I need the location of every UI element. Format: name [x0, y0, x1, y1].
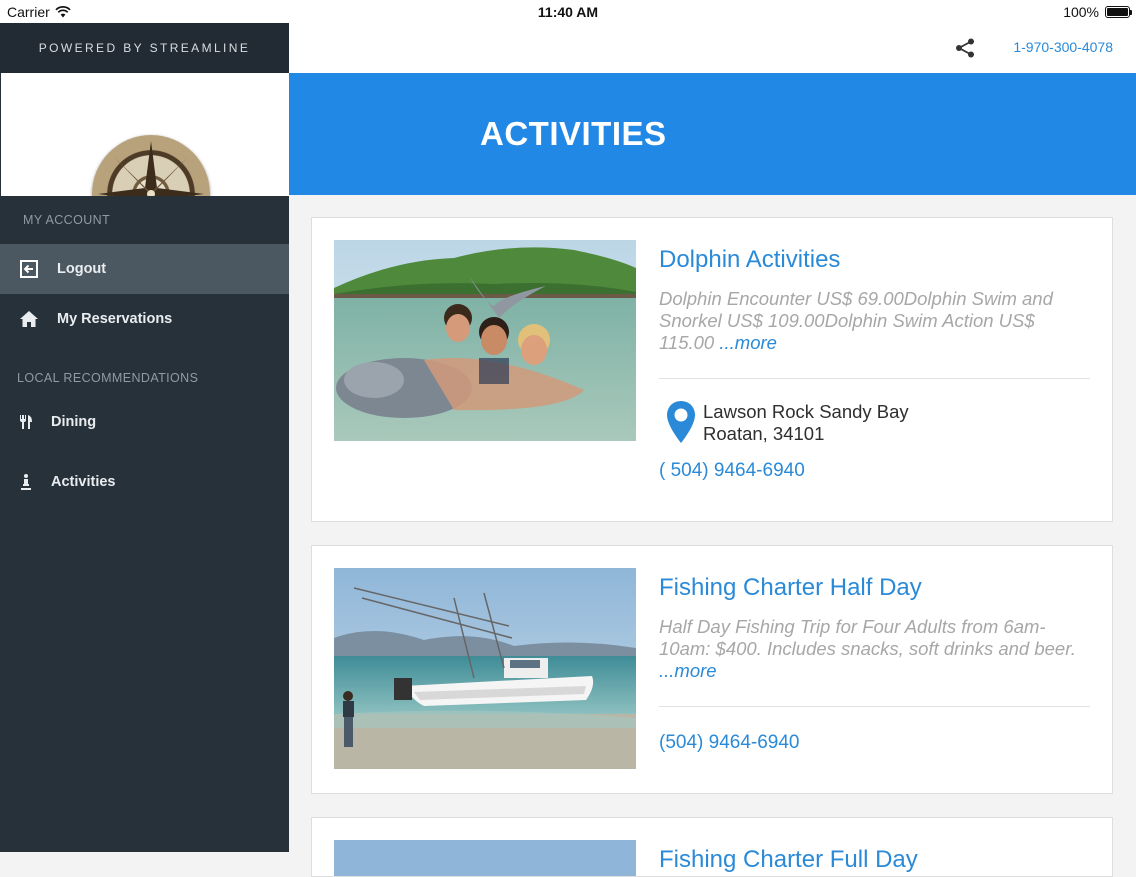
home-icon	[0, 310, 57, 328]
activity-description: Dolphin Encounter US$ 69.00Dolphin Swim …	[659, 288, 1079, 354]
compass-logo	[92, 135, 210, 196]
sidebar-item-my-reservations[interactable]: My Reservations	[0, 294, 289, 344]
status-bar: Carrier 11:40 AM 100%	[0, 0, 1136, 23]
sidebar-item-label: Activities	[51, 474, 116, 490]
sidebar: POWERED BY STREAMLINE MY ACCOUNT Logout …	[0, 23, 289, 852]
sidebar-item-label: My Reservations	[57, 311, 173, 327]
share-icon[interactable]	[954, 38, 976, 58]
activity-card: Fishing Charter Full Day	[311, 817, 1113, 877]
location-pin-icon	[667, 401, 695, 443]
activity-description: Half Day Fishing Trip for Four Adults fr…	[659, 616, 1079, 682]
activity-description-text: Half Day Fishing Trip for Four Adults fr…	[659, 616, 1076, 659]
sidebar-item-activities[interactable]: Activities	[0, 452, 289, 512]
divider	[659, 706, 1090, 707]
sidebar-item-label: Logout	[57, 261, 107, 277]
top-bar: 1-970-300-4078	[289, 23, 1136, 73]
activities-icon	[0, 473, 51, 491]
activity-card: Dolphin Activities Dolphin Encounter US$…	[311, 217, 1113, 522]
activity-card: Fishing Charter Half Day Half Day Fishin…	[311, 545, 1113, 794]
activity-title[interactable]: Dolphin Activities	[659, 246, 840, 274]
page-banner: ACTIVITIES	[289, 73, 1136, 195]
activity-photo	[334, 840, 636, 876]
page-title: ACTIVITIES	[480, 115, 667, 152]
my-account-heading: MY ACCOUNT	[23, 213, 111, 227]
logout-icon	[0, 260, 57, 278]
activity-phone-link[interactable]: ( 504) 9464-6940	[659, 460, 805, 482]
header-phone-link[interactable]: 1-970-300-4078	[1013, 39, 1113, 55]
sidebar-item-dining[interactable]: Dining	[0, 392, 289, 452]
clock: 11:40 AM	[537, 4, 599, 20]
divider	[659, 378, 1090, 379]
activity-photo	[334, 240, 636, 441]
battery-percent: 100%	[1063, 4, 1099, 20]
activity-title[interactable]: Fishing Charter Full Day	[659, 846, 918, 874]
activity-phone-link[interactable]: (504) 9464-6940	[659, 732, 800, 754]
battery-icon	[1105, 6, 1132, 18]
sidebar-item-label: Dining	[51, 414, 97, 430]
activity-photo	[334, 568, 636, 769]
more-link[interactable]: ...more	[659, 660, 717, 681]
address-line-1: Lawson Rock Sandy Bay	[703, 401, 909, 422]
more-link[interactable]: ...more	[719, 332, 777, 353]
sidebar-item-logout[interactable]: Logout	[0, 244, 289, 294]
activity-title[interactable]: Fishing Charter Half Day	[659, 574, 922, 602]
battery-indicator: 100%	[1063, 4, 1132, 20]
logo-area	[0, 73, 289, 196]
local-recommendations-heading: LOCAL RECOMMENDATIONS	[17, 371, 199, 385]
powered-by-label: POWERED BY STREAMLINE	[0, 23, 289, 73]
activity-address: Lawson Rock Sandy Bay Roatan, 34101	[703, 401, 909, 445]
fork-knife-icon	[0, 414, 51, 430]
address-line-2: Roatan, 34101	[703, 423, 825, 444]
